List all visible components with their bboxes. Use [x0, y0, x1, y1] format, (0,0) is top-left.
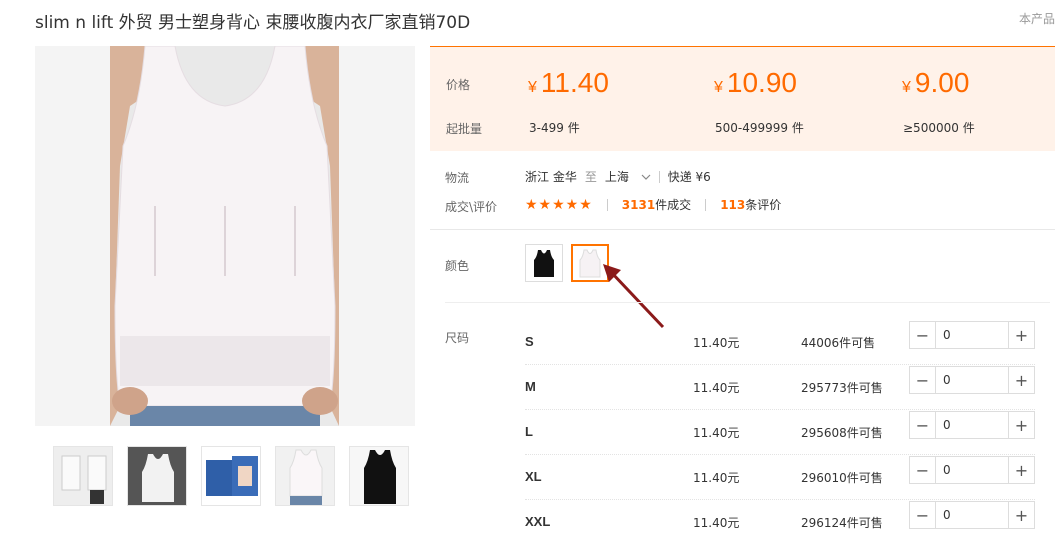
size-stock: 44006件可售 — [801, 336, 876, 350]
size-name: XXL — [525, 514, 551, 529]
express-fee: 快递 ¥6 — [667, 170, 711, 184]
size-name: M — [525, 379, 536, 394]
size-stock: 295773件可售 — [801, 381, 883, 395]
ship-from: 浙江 金华 — [525, 170, 577, 184]
price-tier-1: ¥11.40 — [528, 67, 609, 98]
size-name: L — [525, 424, 533, 439]
quantity-stepper: − 0 + — [909, 321, 1035, 349]
review-count[interactable]: 113条评价 — [720, 196, 781, 213]
divider — [606, 198, 608, 211]
thumbnail-3[interactable] — [201, 446, 261, 506]
logistics-line: 浙江 金华 至 上海 快递 ¥6 — [525, 168, 711, 185]
size-price: 11.40元 — [693, 516, 740, 530]
quantity-input[interactable]: 0 — [936, 457, 1008, 483]
plus-button[interactable]: + — [1008, 502, 1034, 528]
minus-button[interactable]: − — [910, 412, 936, 438]
plus-button[interactable]: + — [1008, 412, 1034, 438]
size-row-l: L 11.40元 295608件可售 − 0 + — [525, 410, 1035, 455]
quantity-stepper: − 0 + — [909, 366, 1035, 394]
size-price: 11.40元 — [693, 381, 740, 395]
min-qty-label: 起批量 — [446, 122, 483, 136]
price-tier-2: ¥10.90 — [714, 67, 797, 98]
plus-button[interactable]: + — [1008, 457, 1034, 483]
size-row-xl: XL 11.40元 296010件可售 − 0 + — [525, 455, 1035, 500]
thumbnail-1[interactable] — [53, 446, 113, 506]
divider — [705, 198, 707, 211]
size-row-m: M 11.40元 295773件可售 − 0 + — [525, 365, 1035, 410]
size-stock: 295608件可售 — [801, 426, 883, 440]
size-price: 11.40元 — [693, 471, 740, 485]
price-tier-3: ¥9.00 — [902, 67, 970, 98]
reviews-line: ★★★★★ 3131件成交 113条评价 — [525, 196, 781, 213]
plus-button[interactable]: + — [1008, 367, 1034, 393]
quantity-stepper: − 0 + — [909, 501, 1035, 529]
color-label: 颜色 — [445, 259, 470, 273]
divider — [658, 170, 660, 183]
thumbnail-2[interactable] — [127, 446, 187, 506]
thumbnail-strip — [53, 446, 409, 506]
chevron-down-icon — [641, 174, 651, 180]
minus-button[interactable]: − — [910, 367, 936, 393]
ship-to-word: 至 — [584, 170, 597, 184]
quantity-input[interactable]: 0 — [936, 322, 1008, 348]
product-title: slim n lift 外贸 男士塑身背心 束腰收腹内衣厂家直销70D — [35, 13, 471, 33]
plus-button[interactable]: + — [1008, 322, 1034, 348]
price-label: 价格 — [446, 78, 471, 92]
size-name: XL — [525, 469, 542, 484]
section-divider — [445, 302, 1050, 303]
quantity-input[interactable]: 0 — [936, 367, 1008, 393]
size-stock: 296124件可售 — [801, 516, 883, 530]
section-divider — [430, 229, 1055, 230]
deals-count[interactable]: 3131件成交 — [622, 196, 691, 213]
top-right-text[interactable]: 本产品 — [1019, 10, 1055, 27]
size-row-s: S 11.40元 44006件可售 − 0 + — [525, 320, 1035, 365]
logistics-label: 物流 — [445, 171, 470, 185]
quantity-input[interactable]: 0 — [936, 412, 1008, 438]
minus-button[interactable]: − — [910, 322, 936, 348]
qty-range-1: 3-499 件 — [529, 121, 580, 135]
rating-stars: ★★★★★ — [525, 196, 593, 213]
price-panel: 价格 起批量 ¥11.40 ¥10.90 ¥9.00 3-499 件 500-4… — [430, 46, 1055, 151]
qty-range-2: 500-499999 件 — [715, 121, 804, 135]
size-price: 11.40元 — [693, 426, 740, 440]
quantity-stepper: − 0 + — [909, 411, 1035, 439]
size-name: S — [525, 334, 534, 349]
minus-button[interactable]: − — [910, 502, 936, 528]
main-product-image — [35, 46, 415, 426]
size-stock: 296010件可售 — [801, 471, 883, 485]
size-label: 尺码 — [445, 331, 470, 345]
ship-to-select[interactable]: 上海 — [605, 168, 651, 185]
minus-button[interactable]: − — [910, 457, 936, 483]
quantity-stepper: − 0 + — [909, 456, 1035, 484]
qty-range-3: ≥500000 件 — [903, 121, 975, 135]
thumbnail-5[interactable] — [349, 446, 409, 506]
size-price: 11.40元 — [693, 336, 740, 350]
thumbnail-4[interactable] — [275, 446, 335, 506]
size-row-xxl: XXL 11.40元 296124件可售 − 0 + — [525, 500, 1035, 536]
reviews-label: 成交\评价 — [445, 200, 498, 214]
quantity-input[interactable]: 0 — [936, 502, 1008, 528]
color-swatch-black[interactable] — [525, 244, 563, 282]
